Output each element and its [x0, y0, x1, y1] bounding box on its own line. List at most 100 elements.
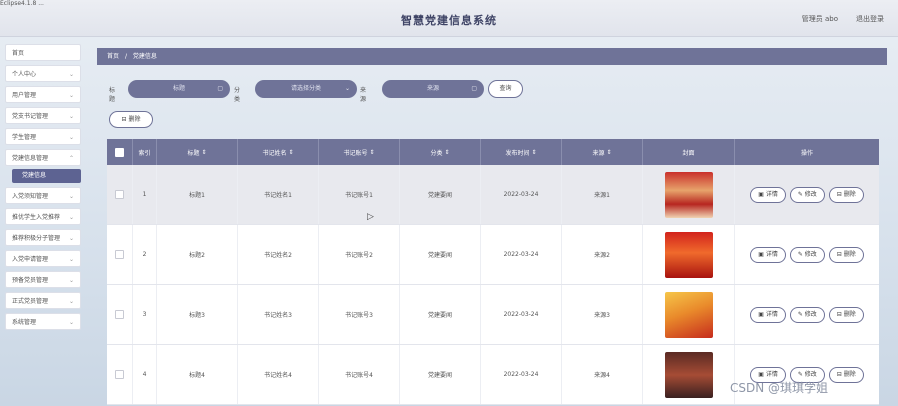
chevron-down-icon: ⌄: [68, 298, 74, 305]
cell-secretary-account: 书记账号2: [319, 225, 400, 284]
sidebar-item-label: 首页: [12, 50, 25, 57]
cell-category: 党建要闻: [400, 285, 481, 344]
chevron-down-icon: ⌄: [68, 113, 74, 120]
sidebar-item-notices[interactable]: 入党须知管理 ⌄: [5, 187, 81, 204]
chevron-down-icon: ⌄: [68, 193, 74, 200]
sidebar-item-system[interactable]: 系统管理 ⌄: [5, 313, 81, 330]
cell-title: 标题1: [157, 165, 238, 224]
cell-title: 标题4: [157, 345, 238, 404]
window-title: Eclipse4.1.8 ...: [0, 0, 44, 7]
delete-button[interactable]: ⊟ 删除: [828, 366, 864, 383]
sidebar-item-label: 推优学生入党推荐: [12, 214, 61, 221]
top-bar: Eclipse4.1.8 ... 智慧党建信息系统 管理员 abo 退出登录: [0, 0, 898, 37]
header-secretary-name[interactable]: 书记姓名 ⇕: [238, 139, 319, 165]
row-checkbox[interactable]: [115, 250, 124, 259]
sidebar-item-activists[interactable]: 推荐积极分子管理 ⌄: [5, 229, 81, 246]
cell-cover: [643, 165, 735, 224]
header-secretary-account[interactable]: 书记账号 ⇕: [319, 139, 400, 165]
cell-index: 2: [133, 225, 157, 284]
header-publish-date[interactable]: 发布时间 ⇕: [481, 139, 562, 165]
header-cover: 封面: [643, 139, 735, 165]
cell-publish-date: 2022-03-24: [481, 285, 562, 344]
detail-icon: ▣: [758, 370, 766, 378]
row-checkbox[interactable]: [115, 310, 124, 319]
table-header: 索引 标题 ⇕ 书记姓名 ⇕ 书记账号 ⇕ 分类 ⇕ 发布时间 ⇕ 来源 ⇕ 封…: [107, 139, 879, 165]
sort-icon: ⇕: [442, 148, 450, 156]
sidebar-item-label: 入党须知管理: [12, 193, 49, 200]
batch-delete-button[interactable]: ⊟ 删除: [109, 111, 153, 128]
sidebar-item-recommend[interactable]: 推优学生入党推荐 ⌄: [5, 208, 81, 225]
header-category[interactable]: 分类 ⇕: [400, 139, 481, 165]
title-filter-label: 标题: [109, 87, 116, 103]
sidebar-item-label: 正式党员管理: [12, 298, 49, 305]
cover-image[interactable]: [664, 231, 713, 278]
breadcrumb: 首页 / 党建信息: [97, 48, 887, 65]
sidebar-item-users[interactable]: 用户管理 ⌄: [5, 86, 81, 103]
title-filter-input[interactable]: 标题 ▢: [128, 80, 230, 98]
sidebar-item-label: 党建信息管理: [12, 155, 49, 162]
edit-icon: ✎: [797, 250, 805, 258]
sidebar-item-label: 学生管理: [12, 134, 37, 141]
header-title[interactable]: 标题 ⇕: [157, 139, 238, 165]
row-checkbox[interactable]: [115, 370, 124, 379]
input-clear-icon: ▢: [471, 85, 477, 92]
cell-index: 4: [133, 345, 157, 404]
chevron-down-icon: ⌄: [68, 134, 74, 141]
data-table: 索引 标题 ⇕ 书记姓名 ⇕ 书记账号 ⇕ 分类 ⇕ 发布时间 ⇕ 来源 ⇕ 封…: [107, 139, 879, 405]
sidebar-item-label: 入党申请管理: [12, 256, 49, 263]
sidebar-item-party-info[interactable]: 党建信息管理 ⌃: [5, 149, 81, 166]
sidebar-item-personal[interactable]: 个人中心 ⌄: [5, 65, 81, 82]
sidebar-item-label: 用户管理: [12, 92, 37, 99]
cell-publish-date: 2022-03-24: [481, 345, 562, 404]
select-all-checkbox[interactable]: [115, 147, 124, 157]
table-row: 4 标题4 书记姓名4 书记账号4 党建要闻 2022-03-24 来源4 ▣ …: [107, 345, 879, 405]
header-source-label: 来源: [592, 149, 605, 157]
sidebar-item-home[interactable]: 首页: [5, 44, 81, 61]
sidebar-item-secretaries[interactable]: 党支书记管理 ⌄: [5, 107, 81, 124]
header-secretary-account-label: 书记账号: [343, 149, 368, 157]
chevron-down-icon: ⌄: [344, 85, 350, 92]
header-actions: 操作: [800, 149, 813, 157]
header-source[interactable]: 来源 ⇕: [562, 139, 643, 165]
edit-button[interactable]: ✎ 修改: [789, 306, 825, 323]
category-select[interactable]: 请选择分类 ⌄: [255, 80, 357, 98]
sidebar-item-formal-members[interactable]: 正式党员管理 ⌄: [5, 292, 81, 309]
detail-button[interactable]: ▣ 详情: [750, 246, 786, 263]
edit-button[interactable]: ✎ 修改: [789, 186, 825, 203]
cell-source: 来源1: [562, 165, 643, 224]
cover-image[interactable]: [664, 351, 713, 398]
cell-secretary-account: 书记账号4: [319, 345, 400, 404]
source-filter-input[interactable]: 来源 ▢: [382, 80, 484, 98]
cover-image[interactable]: [664, 171, 713, 218]
detail-label: 详情: [765, 190, 778, 198]
breadcrumb-current: 党建信息: [132, 53, 157, 60]
query-button[interactable]: 查询: [488, 80, 523, 98]
detail-label: 详情: [765, 310, 778, 318]
cell-category: 党建要闻: [400, 225, 481, 284]
detail-button[interactable]: ▣ 详情: [750, 306, 786, 323]
sidebar-item-probationary[interactable]: 预备党员管理 ⌄: [5, 271, 81, 288]
delete-button[interactable]: ⊟ 删除: [828, 246, 864, 263]
delete-button[interactable]: ⊟ 删除: [828, 306, 864, 323]
sort-icon: ⇕: [604, 148, 612, 156]
cell-source: 来源3: [562, 285, 643, 344]
chevron-down-icon: ⌄: [68, 92, 74, 99]
breadcrumb-home[interactable]: 首页: [107, 53, 119, 60]
category-filter-label: 分类: [234, 87, 241, 103]
delete-button[interactable]: ⊟ 删除: [828, 186, 864, 203]
logout-link[interactable]: 退出登录: [856, 14, 884, 24]
sidebar-subitem-party-info[interactable]: 党建信息: [12, 169, 81, 183]
sidebar-item-students[interactable]: 学生管理 ⌄: [5, 128, 81, 145]
sidebar-item-applications[interactable]: 入党申请管理 ⌄: [5, 250, 81, 267]
cover-image[interactable]: [664, 291, 713, 338]
row-checkbox[interactable]: [115, 190, 124, 199]
breadcrumb-separator: /: [124, 53, 127, 60]
sidebar: 首页 个人中心 ⌄ 用户管理 ⌄ 党支书记管理 ⌄ 学生管理 ⌄ 党建信息管理 ⌃ 党建信…: [0, 44, 86, 334]
chevron-up-icon: ⌃: [68, 155, 74, 162]
detail-button[interactable]: ▣ 详情: [750, 186, 786, 203]
header-title-label: 标题: [187, 149, 200, 157]
cell-title: 标题3: [157, 285, 238, 344]
row-select-cell: [107, 225, 133, 284]
edit-button[interactable]: ✎ 修改: [789, 246, 825, 263]
cell-secretary-name: 书记姓名4: [238, 345, 319, 404]
